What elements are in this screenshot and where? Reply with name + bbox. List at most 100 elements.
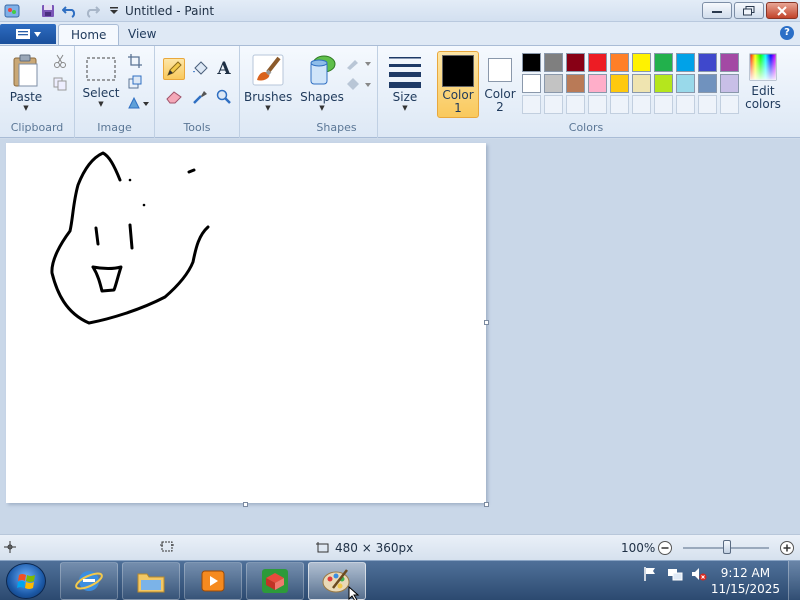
crop-icon[interactable] [125, 51, 145, 71]
color-swatch[interactable] [522, 74, 541, 93]
eraser-icon[interactable] [163, 86, 185, 108]
rotate-button[interactable] [125, 93, 151, 113]
save-icon[interactable] [40, 3, 56, 19]
help-icon[interactable]: ? [780, 26, 794, 40]
minimize-button[interactable] [702, 2, 732, 19]
size-button[interactable]: Size ▼ [384, 54, 426, 112]
taskbar-file-explorer[interactable] [122, 562, 180, 600]
paste-button[interactable]: Paste ▼ [6, 52, 46, 112]
tab-view[interactable]: View [116, 24, 168, 45]
taskbar-app[interactable] [246, 562, 304, 600]
ribbon: Paste ▼ Clipboard Select ▼ Image A Tools… [0, 45, 800, 138]
cursor-position [4, 541, 16, 553]
size-icon [389, 57, 421, 88]
maximize-button[interactable] [734, 2, 764, 19]
color-swatch[interactable] [654, 74, 673, 93]
custom-color-slot[interactable] [588, 95, 607, 114]
paint-app-icon[interactable] [4, 3, 20, 19]
crosshair-icon [4, 541, 16, 553]
action-center-flag-icon[interactable] [641, 565, 659, 583]
color-swatch[interactable] [698, 53, 717, 72]
selection-size-icon [160, 541, 174, 552]
color-swatch[interactable] [654, 53, 673, 72]
volume-muted-icon[interactable] [690, 565, 708, 583]
drawing-canvas[interactable] [6, 143, 486, 503]
undo-icon[interactable] [62, 3, 78, 19]
chevron-down-icon: ▼ [319, 104, 325, 112]
fill-button[interactable] [344, 74, 372, 94]
color-swatch[interactable] [720, 53, 739, 72]
taskbar-media-player[interactable] [184, 562, 242, 600]
app-cube-icon [262, 569, 288, 593]
close-button[interactable] [766, 2, 798, 19]
custom-color-slot[interactable] [544, 95, 563, 114]
custom-color-slot[interactable] [522, 95, 541, 114]
color-swatch[interactable] [544, 74, 563, 93]
color-picker-icon[interactable] [189, 86, 211, 108]
paste-icon [13, 54, 38, 87]
text-tool-icon[interactable]: A [213, 58, 235, 80]
shapes-label: Shapes [300, 90, 344, 104]
color-swatch[interactable] [632, 53, 651, 72]
color-swatch[interactable] [522, 53, 541, 72]
resize-handle-bottom[interactable] [243, 502, 248, 507]
copy-icon[interactable] [50, 74, 70, 94]
close-icon [777, 5, 787, 16]
color-swatch[interactable] [676, 74, 695, 93]
zoom-slider-thumb[interactable] [723, 540, 731, 554]
color-swatch[interactable] [566, 74, 585, 93]
zoom-in-button[interactable] [779, 540, 795, 556]
paint-menu-button[interactable] [0, 24, 56, 44]
resize-icon[interactable] [125, 72, 145, 92]
redo-icon[interactable] [84, 3, 100, 19]
brushes-label: Brushes [244, 90, 293, 104]
status-bar: 480 × 360px 100% [0, 534, 800, 560]
resize-handle-corner[interactable] [484, 502, 489, 507]
chevron-down-icon: ▼ [98, 100, 104, 108]
brushes-button[interactable]: Brushes ▼ [244, 52, 292, 112]
custom-color-slot[interactable] [676, 95, 695, 114]
custom-color-slot[interactable] [566, 95, 585, 114]
customize-toolbar-icon[interactable] [106, 3, 122, 19]
color-swatch[interactable] [610, 74, 629, 93]
color-swatch[interactable] [544, 53, 563, 72]
tab-home[interactable]: Home [58, 24, 120, 45]
color-swatch[interactable] [566, 53, 585, 72]
title-bar: Untitled - Paint [0, 0, 800, 22]
system-clock[interactable]: 9:12 AM 11/15/2025 [711, 565, 780, 597]
resize-handle-right[interactable] [484, 320, 489, 325]
shapes-button[interactable]: Shapes ▼ [300, 52, 344, 112]
custom-color-slot[interactable] [720, 95, 739, 114]
image-dimensions: 480 × 360px [335, 541, 414, 555]
custom-color-slot[interactable] [610, 95, 629, 114]
speck-1 [128, 178, 132, 182]
paste-label: Paste [9, 90, 43, 104]
color-swatch[interactable] [698, 74, 717, 93]
start-button[interactable] [6, 563, 46, 599]
taskbar-internet-explorer[interactable] [60, 562, 118, 600]
edit-colors-button[interactable]: Edit colors [742, 52, 784, 111]
color-swatch[interactable] [676, 53, 695, 72]
show-desktop-button[interactable] [788, 561, 800, 600]
cut-icon[interactable] [50, 51, 70, 71]
color-swatch[interactable] [632, 74, 651, 93]
outline-button[interactable] [344, 53, 372, 73]
network-icon[interactable] [666, 565, 684, 583]
chevron-down-icon: ▼ [265, 104, 271, 112]
pencil-icon[interactable] [163, 58, 185, 80]
custom-color-slot[interactable] [698, 95, 717, 114]
custom-color-slot[interactable] [654, 95, 673, 114]
color-swatch[interactable] [720, 74, 739, 93]
color-swatch[interactable] [588, 53, 607, 72]
custom-color-slot[interactable] [632, 95, 651, 114]
mouth [91, 265, 123, 293]
selection-size [160, 541, 174, 553]
image-group: Select ▼ Image [75, 46, 155, 138]
size-label: Size [392, 90, 418, 104]
color-swatch[interactable] [610, 53, 629, 72]
zoom-out-button[interactable] [657, 540, 673, 556]
fill-bucket-icon[interactable] [189, 58, 211, 80]
magnifier-icon[interactable] [213, 86, 235, 108]
select-button[interactable]: Select ▼ [81, 56, 121, 108]
color-swatch[interactable] [588, 74, 607, 93]
